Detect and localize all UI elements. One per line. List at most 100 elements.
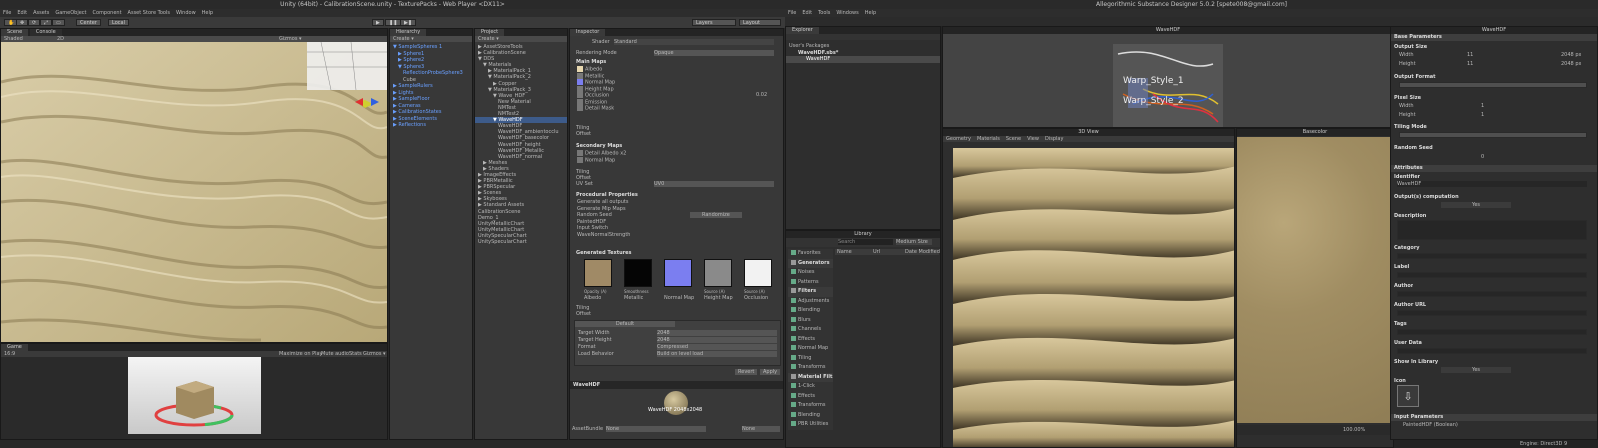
library-category[interactable]: Transforms — [788, 363, 833, 373]
library-category[interactable]: Effects — [788, 334, 833, 344]
tab-library[interactable]: Library — [848, 231, 877, 238]
stats-toggle[interactable]: Stats — [349, 351, 362, 357]
sd-menu-tools[interactable]: Tools — [818, 10, 830, 16]
3d-viewport[interactable] — [953, 148, 1234, 447]
texture-slot-icon[interactable] — [577, 66, 583, 72]
texture-thumbnail[interactable] — [584, 259, 612, 287]
tab-game[interactable]: Game — [1, 344, 28, 351]
step-button[interactable]: ▶❚ — [400, 19, 417, 26]
tab-graph[interactable]: WaveHDF — [1150, 27, 1186, 34]
uv-set-dropdown[interactable]: UV0 — [654, 181, 774, 187]
menu-gameobject[interactable]: GameObject — [55, 10, 86, 16]
library-category[interactable]: Channels — [788, 325, 833, 335]
target-height-dropdown[interactable]: 2048 — [657, 337, 777, 343]
randomize-button[interactable]: Randomize — [690, 212, 742, 218]
library-category[interactable]: Favorites — [788, 249, 833, 259]
texture-slot-icon[interactable] — [577, 105, 583, 111]
texture-slot-icon[interactable] — [577, 92, 583, 98]
col-name[interactable]: Name — [837, 249, 852, 255]
tab-3d-view[interactable]: 3D View — [1072, 129, 1105, 136]
library-category[interactable]: Normal Map — [788, 344, 833, 354]
tab-basecolor[interactable]: Basecolor — [1297, 129, 1334, 136]
library-category[interactable]: Generators — [788, 258, 833, 268]
layout-dropdown[interactable]: Layout — [739, 19, 781, 26]
library-category[interactable]: Noises — [788, 268, 833, 278]
tab-explorer[interactable]: Explorer — [786, 27, 819, 34]
texture-slot-icon[interactable] — [577, 79, 583, 85]
menu-file[interactable]: File — [3, 10, 11, 16]
generated-texture[interactable]: Opacity (A) Albedo — [580, 259, 616, 304]
library-category[interactable]: Blurs — [788, 315, 833, 325]
generated-texture[interactable]: Source (A) Height Map — [700, 259, 736, 304]
library-category[interactable]: Patterns — [788, 277, 833, 287]
assetbundle-dropdown[interactable]: None — [606, 426, 706, 432]
assetbundle-variant-dropdown[interactable]: None — [742, 426, 780, 432]
scale-tool-button[interactable]: ⤢ — [40, 19, 53, 26]
pixel-width-value[interactable]: 1 — [1481, 103, 1484, 109]
menu-assets[interactable]: Assets — [33, 10, 49, 16]
pause-button[interactable]: ❚❚ — [385, 19, 402, 26]
zoom-level[interactable]: 100.00% — [1343, 427, 1365, 433]
texture-slot-icon[interactable] — [577, 150, 583, 156]
height-value[interactable]: 0.02 — [756, 92, 767, 98]
library-category[interactable]: 1-Click — [788, 382, 833, 392]
apply-button[interactable]: Apply — [760, 369, 781, 375]
library-category[interactable]: PBR Utilities — [788, 420, 833, 430]
menu-window[interactable]: Window — [176, 10, 196, 16]
pixel-height-value[interactable]: 1 — [1481, 112, 1484, 118]
library-category[interactable]: Blending — [788, 410, 833, 420]
3d-menu-display[interactable]: Display — [1045, 136, 1063, 142]
format-dropdown[interactable]: Compressed — [657, 344, 777, 350]
2d-viewport[interactable] — [1237, 137, 1393, 423]
play-button[interactable]: ▶ — [372, 19, 384, 26]
library-category[interactable]: Filters — [788, 287, 833, 297]
rotate-tool-button[interactable]: ⟳ — [28, 19, 41, 26]
3d-menu-materials[interactable]: Materials — [977, 136, 1000, 142]
hierarchy-item[interactable]: ▶ Reflections — [390, 122, 472, 129]
texture-slot-icon[interactable] — [577, 98, 583, 105]
tags-input[interactable] — [1397, 329, 1587, 335]
menu-asset-store-tools[interactable]: Asset Store Tools — [128, 10, 170, 16]
tab-scene[interactable]: Scene — [1, 29, 29, 36]
sd-menu-file[interactable]: File — [788, 10, 796, 16]
library-category[interactable]: Blending — [788, 306, 833, 316]
tab-inspector[interactable]: Inspector — [570, 29, 606, 36]
3d-menu-geometry[interactable]: Geometry — [946, 136, 971, 142]
sd-menu-help[interactable]: Help — [865, 10, 876, 16]
output-format-dropdown[interactable] — [1399, 82, 1587, 88]
category-input[interactable] — [1397, 253, 1587, 259]
aspect-dropdown[interactable]: 16:9 — [4, 351, 15, 357]
generated-texture[interactable]: Smoothness Metallic — [620, 259, 656, 304]
game-gizmos-dropdown[interactable]: Gizmos ▾ — [363, 351, 386, 357]
tab-console[interactable]: Console — [29, 29, 62, 36]
3d-menu-view[interactable]: View — [1027, 136, 1039, 142]
node-warp-style-2[interactable]: Warp_Style_2 — [1123, 96, 1184, 106]
project-item[interactable]: UnitySpecularChart — [475, 239, 567, 245]
graph-canvas[interactable]: Warp_Style_1 Warp_Style_2 — [943, 34, 1393, 127]
procedural-row[interactable]: WaveNormalStrength — [574, 232, 780, 239]
texture-thumbnail[interactable] — [704, 259, 732, 287]
target-width-dropdown[interactable]: 2048 — [657, 330, 777, 336]
sd-menu-windows[interactable]: Windows — [836, 10, 858, 16]
graph-item[interactable]: WaveHDF — [786, 56, 940, 63]
mute-audio-toggle[interactable]: Mute audio — [321, 351, 349, 357]
hierarchy-item[interactable]: ReflectionProbeSphere3 — [390, 70, 472, 77]
menu-help[interactable]: Help — [202, 10, 213, 16]
rect-tool-button[interactable]: ▭ — [52, 19, 65, 26]
hierarchy-create-button[interactable]: Create ▾ — [393, 36, 414, 42]
layers-dropdown[interactable]: Layers — [692, 19, 736, 26]
generated-texture[interactable]: Normal Map — [660, 259, 696, 304]
project-create-button[interactable]: Create ▾ — [478, 36, 499, 42]
3d-menu-scene[interactable]: Scene — [1006, 136, 1021, 142]
load-behavior-dropdown[interactable]: Build on level load — [657, 351, 777, 357]
attributes-header[interactable]: Attributes — [1391, 165, 1597, 172]
identifier-input[interactable]: WaveHDF — [1397, 181, 1587, 187]
height-value[interactable]: 11 — [1467, 61, 1473, 67]
texture-thumbnail[interactable] — [744, 259, 772, 287]
col-url[interactable]: Url — [873, 249, 880, 255]
node-warp-style-1[interactable]: Warp_Style_1 — [1123, 76, 1184, 86]
generated-texture[interactable]: Source (A) Occlusion — [740, 259, 776, 304]
revert-button[interactable]: Revert — [735, 369, 758, 375]
tab-hierarchy[interactable]: Hierarchy — [390, 29, 427, 36]
library-category[interactable]: Adjustments — [788, 296, 833, 306]
